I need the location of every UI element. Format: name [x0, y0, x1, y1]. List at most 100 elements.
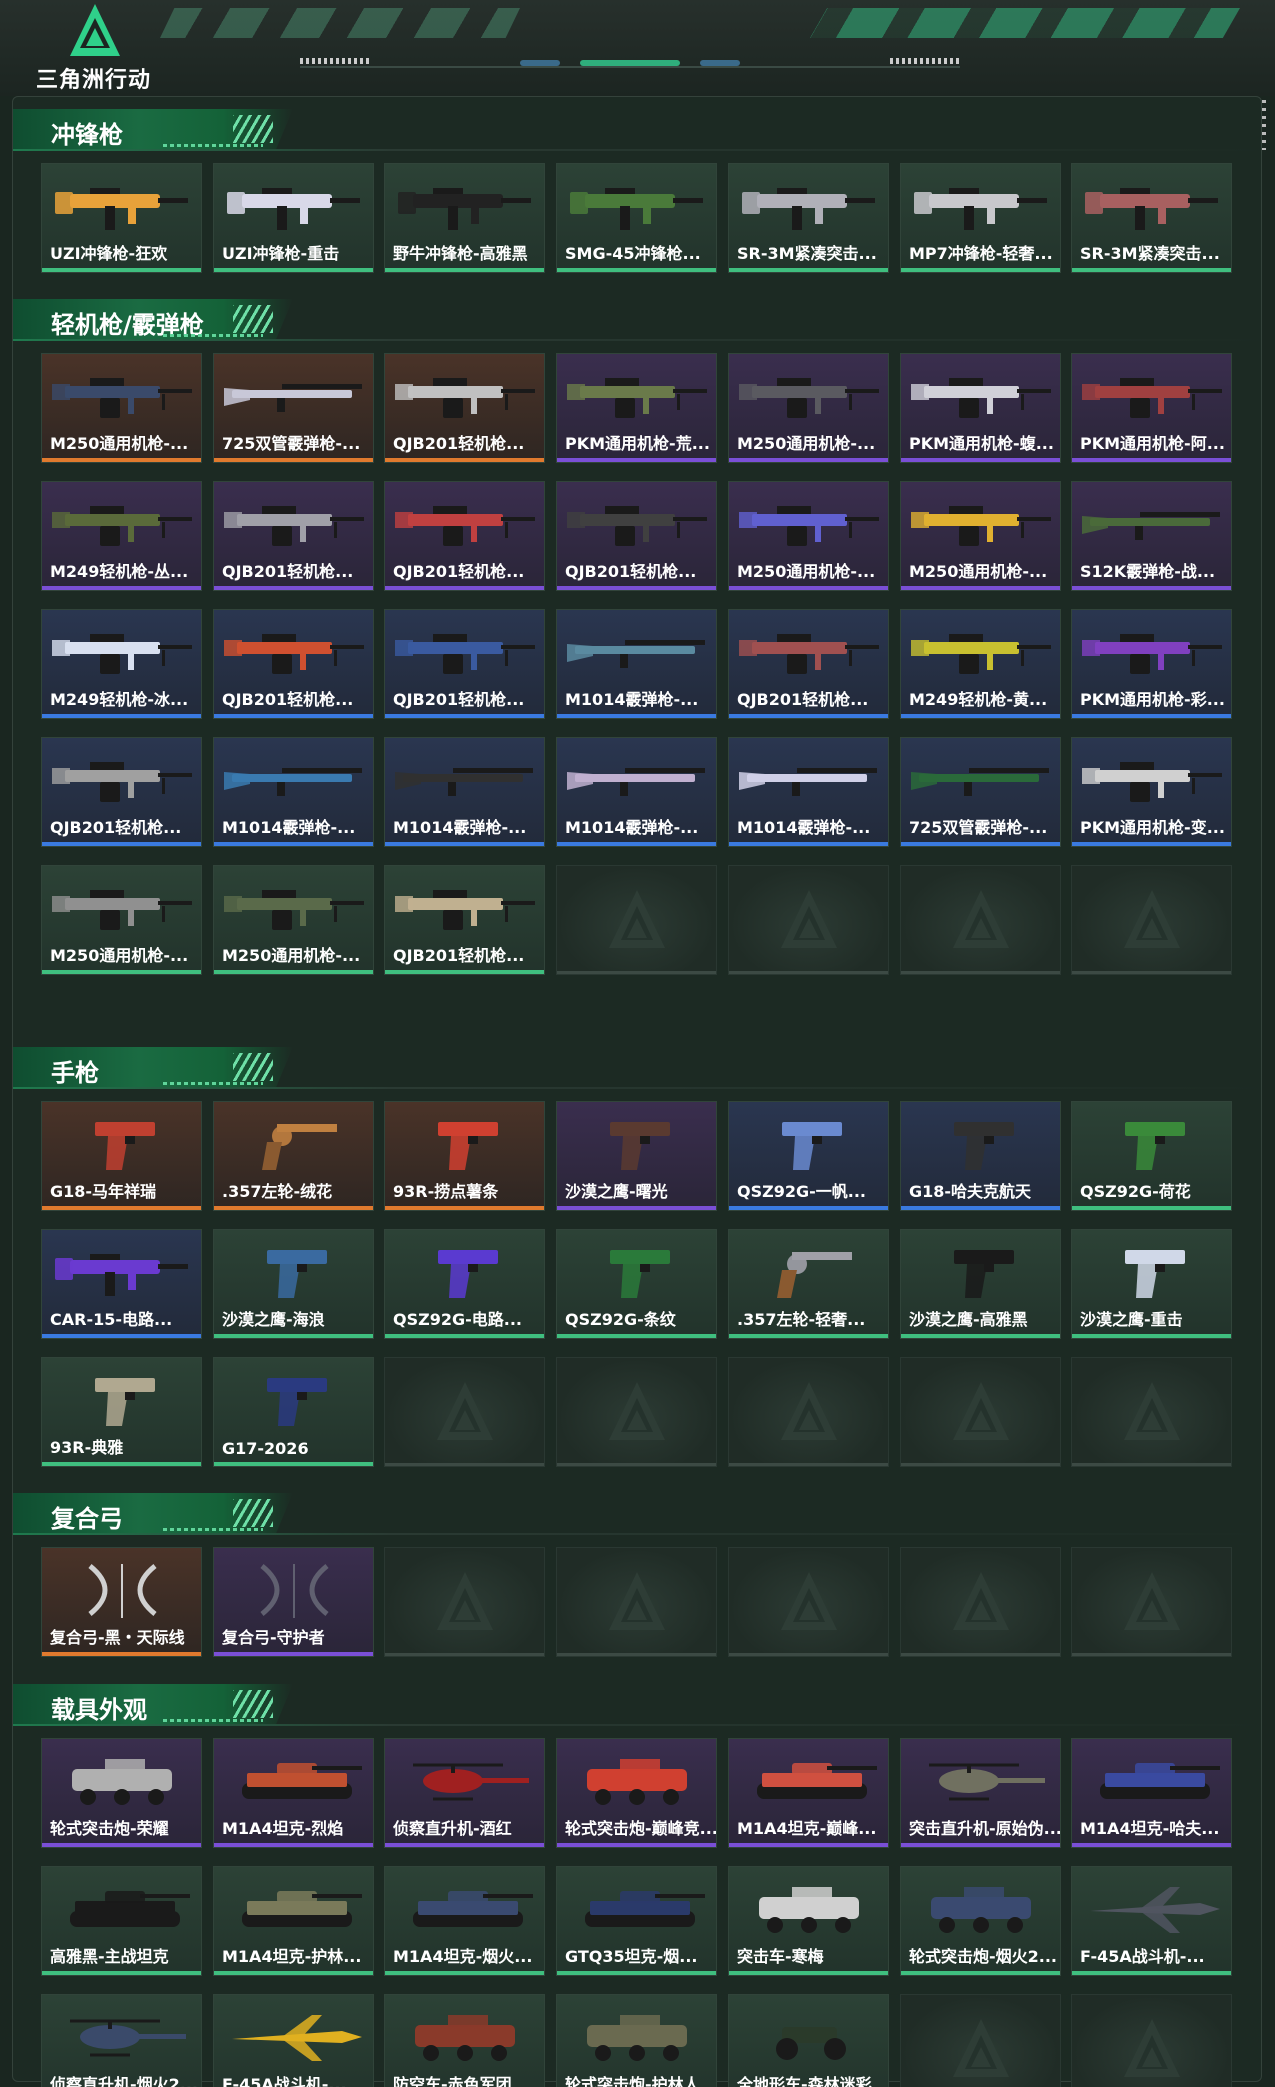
- lmg-icon: [737, 366, 882, 426]
- skin-card[interactable]: 沙漠之鹰-海浪: [213, 1229, 374, 1339]
- skin-card[interactable]: QJB201轻机枪...: [384, 353, 545, 463]
- skin-card[interactable]: M250通用机枪-...: [728, 353, 889, 463]
- skin-card[interactable]: 全地形车-森林迷彩: [728, 1994, 889, 2087]
- skin-card[interactable]: 725双管霰弹枪-...: [900, 737, 1061, 847]
- skin-card[interactable]: CAR-15-电路...: [41, 1229, 202, 1339]
- skin-card[interactable]: 725双管霰弹枪-...: [213, 353, 374, 463]
- skin-name: SMG-45冲锋枪...: [565, 244, 701, 263]
- skin-card[interactable]: 轮式突击炮-巅峰竞...: [556, 1738, 717, 1848]
- skin-card[interactable]: QSZ92G-电路...: [384, 1229, 545, 1339]
- skin-card[interactable]: M1014霰弹枪-...: [556, 609, 717, 719]
- skin-card[interactable]: 复合弓-守护者: [213, 1547, 374, 1657]
- shotgun-icon: [909, 750, 1054, 810]
- skin-card[interactable]: 防空车-赤色军团: [384, 1994, 545, 2087]
- skin-card[interactable]: QJB201轻机枪...: [728, 609, 889, 719]
- skin-card[interactable]: PKM通用机枪-阿...: [1071, 353, 1232, 463]
- skin-card[interactable]: M1014霰弹枪-...: [384, 737, 545, 847]
- placeholder-logo-icon: [781, 890, 837, 948]
- skin-card[interactable]: 沙漠之鹰-高雅黑: [900, 1229, 1061, 1339]
- skin-card[interactable]: 沙漠之鹰-重击: [1071, 1229, 1232, 1339]
- skin-card[interactable]: M1014霰弹枪-...: [728, 737, 889, 847]
- skin-card[interactable]: G17-2026: [213, 1357, 374, 1467]
- skin-card[interactable]: M250通用机枪-...: [728, 481, 889, 591]
- skin-card[interactable]: PKM通用机枪-变...: [1071, 737, 1232, 847]
- skin-card[interactable]: QJB201轻机枪...: [384, 865, 545, 975]
- skin-card[interactable]: UZI冲锋枪-狂欢: [41, 163, 202, 273]
- skin-card[interactable]: QSZ92G-荷花: [1071, 1101, 1232, 1211]
- rarity-bar: [557, 586, 716, 590]
- skin-card[interactable]: M250通用机枪-...: [900, 481, 1061, 591]
- rarity-bar: [557, 1206, 716, 1210]
- skin-card[interactable]: 高雅黑-主战坦克: [41, 1866, 202, 1976]
- skin-card[interactable]: M1A4坦克-巅峰...: [728, 1738, 889, 1848]
- skin-card[interactable]: 突击车-寒梅: [728, 1866, 889, 1976]
- skin-card[interactable]: 93R-典雅: [41, 1357, 202, 1467]
- skin-card[interactable]: M249轻机枪-冰...: [41, 609, 202, 719]
- skin-name: QSZ92G-电路...: [393, 1310, 523, 1329]
- skin-card[interactable]: 沙漠之鹰-曙光: [556, 1101, 717, 1211]
- skin-card[interactable]: SR-3M紧凑突击...: [1071, 163, 1232, 273]
- skin-card[interactable]: QJB201轻机枪...: [384, 609, 545, 719]
- skin-card[interactable]: M1A4坦克-烟火...: [384, 1866, 545, 1976]
- skin-card[interactable]: UZI冲锋枪-重击: [213, 163, 374, 273]
- skin-card[interactable]: S12K霰弹枪-战...: [1071, 481, 1232, 591]
- skin-card[interactable]: M250通用机枪-...: [41, 353, 202, 463]
- skin-card[interactable]: PKM通用机枪-彩...: [1071, 609, 1232, 719]
- rarity-bar: [729, 586, 888, 590]
- skin-card[interactable]: PKM通用机枪-荒...: [556, 353, 717, 463]
- skin-card[interactable]: 复合弓-黑・天际线: [41, 1547, 202, 1657]
- skin-card[interactable]: .357左轮-绒花: [213, 1101, 374, 1211]
- skin-name: .357左轮-绒花: [222, 1182, 333, 1201]
- skin-card[interactable]: QSZ92G-一帆...: [728, 1101, 889, 1211]
- skin-card[interactable]: M249轻机枪-黄...: [900, 609, 1061, 719]
- skin-card[interactable]: M1014霰弹枪-...: [556, 737, 717, 847]
- skin-card[interactable]: QJB201轻机枪...: [213, 609, 374, 719]
- rarity-bar: [1072, 1334, 1231, 1338]
- skin-name: M1014霰弹枪-...: [565, 690, 699, 709]
- skin-card[interactable]: M1A4坦克-护林...: [213, 1866, 374, 1976]
- skin-card[interactable]: .357左轮-轻奢...: [728, 1229, 889, 1339]
- section-underline: [163, 1719, 263, 1722]
- heli-icon: [909, 1751, 1054, 1811]
- skin-name: 725双管霰弹枪-...: [909, 818, 1048, 837]
- skin-card[interactable]: 轮式突击炮-烟火2...: [900, 1866, 1061, 1976]
- skin-card[interactable]: M1A4坦克-烈焰: [213, 1738, 374, 1848]
- skin-card[interactable]: 侦察直升机-烟火2...: [41, 1994, 202, 2087]
- skin-card[interactable]: PKM通用机枪-蝮...: [900, 353, 1061, 463]
- skin-card[interactable]: QSZ92G-条纹: [556, 1229, 717, 1339]
- lmg-icon: [1080, 366, 1225, 426]
- skin-card[interactable]: M1014霰弹枪-...: [213, 737, 374, 847]
- skin-card[interactable]: SMG-45冲锋枪...: [556, 163, 717, 273]
- rarity-bar: [214, 1971, 373, 1975]
- skin-card[interactable]: M249轻机枪-丛...: [41, 481, 202, 591]
- skin-card[interactable]: 侦察直升机-酒红: [384, 1738, 545, 1848]
- skin-card[interactable]: M250通用机枪-...: [41, 865, 202, 975]
- skin-card[interactable]: G18-马年祥瑞: [41, 1101, 202, 1211]
- skin-card[interactable]: F-45A战斗机-...: [213, 1994, 374, 2087]
- skin-card[interactable]: 突击直升机-原始伪...: [900, 1738, 1061, 1848]
- vehicle-icon: [50, 1751, 195, 1811]
- rarity-bar: [729, 1334, 888, 1338]
- empty-slot: [1071, 1547, 1232, 1657]
- skin-card[interactable]: 轮式突击炮-荣耀: [41, 1738, 202, 1848]
- skin-card[interactable]: 轮式突击炮-护林人: [556, 1994, 717, 2087]
- skin-card[interactable]: QJB201轻机枪...: [384, 481, 545, 591]
- skin-card[interactable]: SR-3M紧凑突击...: [728, 163, 889, 273]
- skin-card[interactable]: GTQ35坦克-烟...: [556, 1866, 717, 1976]
- skin-name: M1A4坦克-巅峰...: [737, 1819, 877, 1838]
- skin-card[interactable]: MP7冲锋枪-轻奢...: [900, 163, 1061, 273]
- skin-card[interactable]: F-45A战斗机-...: [1071, 1866, 1232, 1976]
- skin-card[interactable]: G18-哈夫克航天: [900, 1101, 1061, 1211]
- skin-card[interactable]: 93R-捞点薯条: [384, 1101, 545, 1211]
- skin-card[interactable]: M250通用机枪-...: [213, 865, 374, 975]
- skin-card[interactable]: QJB201轻机枪...: [41, 737, 202, 847]
- rarity-bar: [42, 714, 201, 718]
- rarity-bar: [901, 1971, 1060, 1975]
- skin-card[interactable]: 野牛冲锋枪-高雅黑: [384, 163, 545, 273]
- skin-name: QJB201轻机枪...: [393, 434, 525, 453]
- skin-card[interactable]: M1A4坦克-哈夫...: [1071, 1738, 1232, 1848]
- scrollbar-indicator[interactable]: [1262, 100, 1266, 150]
- skin-card[interactable]: QJB201轻机枪...: [556, 481, 717, 591]
- rarity-bar: [42, 1462, 201, 1466]
- skin-card[interactable]: QJB201轻机枪...: [213, 481, 374, 591]
